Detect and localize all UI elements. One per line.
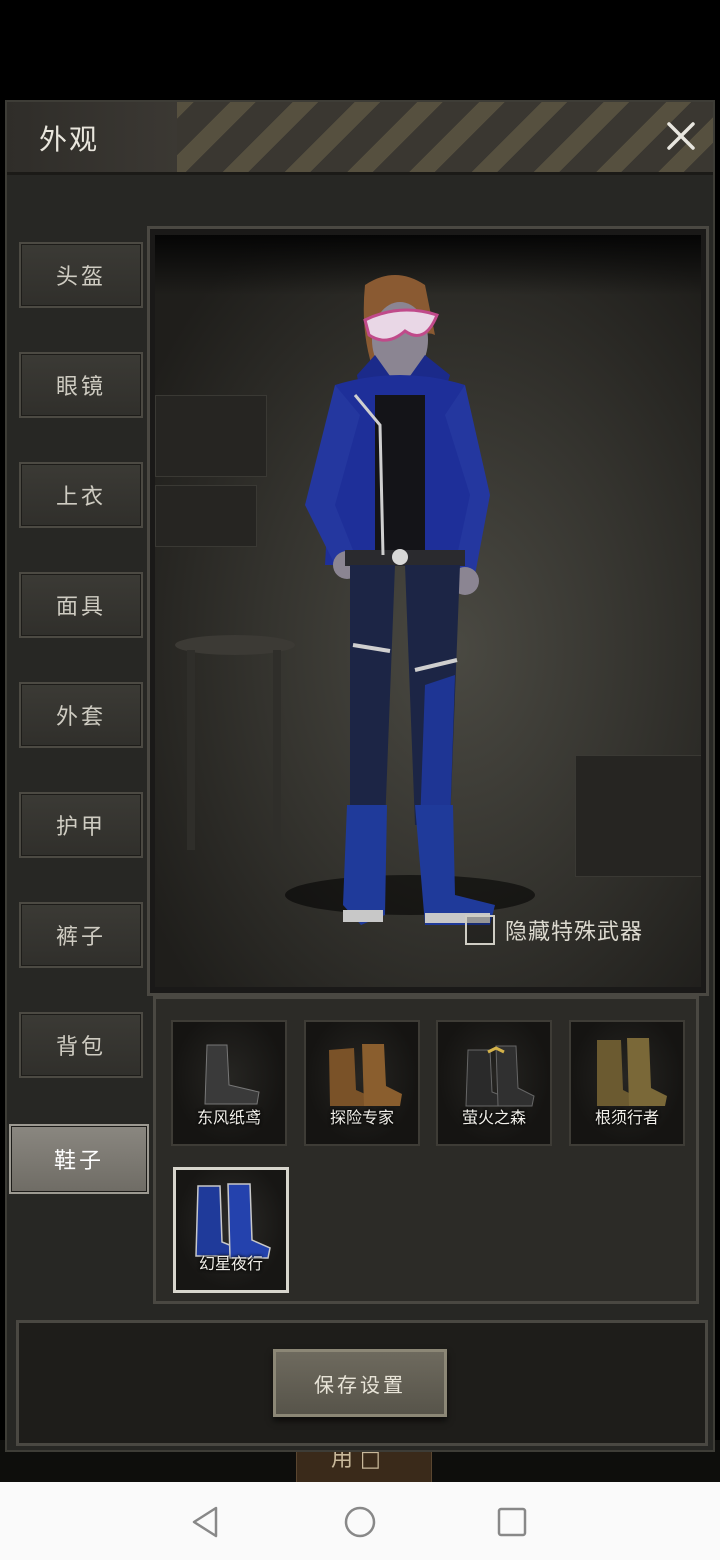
item-name: 根须行者	[594, 1108, 659, 1127]
shoe-item-dongfeng[interactable]: 东风纸鸢	[171, 1020, 287, 1146]
shoe-item-explorer[interactable]: 探险专家	[304, 1020, 420, 1146]
boot-icon	[329, 1044, 402, 1106]
shoe-item-firefly[interactable]: 萤火之森	[436, 1020, 552, 1146]
tab-backpack[interactable]: 背包	[19, 1012, 143, 1078]
close-button[interactable]	[661, 116, 701, 156]
preview-scene	[155, 235, 701, 987]
status-bar-area	[0, 0, 720, 100]
window-header: 外观	[7, 102, 713, 175]
hide-weapon-label: 隐藏特殊武器	[505, 920, 644, 945]
tab-shoes[interactable]: 鞋子	[9, 1124, 149, 1194]
shoe-item-root-walker[interactable]: 根须行者	[569, 1020, 685, 1146]
scene-radio	[155, 485, 257, 547]
tab-pants[interactable]: 裤子	[19, 902, 143, 968]
boot-icon	[465, 1045, 535, 1107]
tab-top[interactable]: 上衣	[19, 462, 143, 528]
tab-mask[interactable]: 面具	[19, 572, 143, 638]
item-name: 探险专家	[329, 1108, 394, 1127]
tab-glasses[interactable]: 眼镜	[19, 352, 143, 418]
recents-icon[interactable]	[492, 1502, 532, 1542]
shoe-item-starry-night[interactable]: 幻星夜行	[173, 1167, 289, 1293]
scene-crate	[575, 755, 701, 877]
item-name: 东风纸鸢	[196, 1108, 261, 1127]
scene-shelf	[155, 395, 267, 477]
back-icon[interactable]	[186, 1502, 226, 1542]
boot-icon	[204, 1044, 260, 1105]
item-name: 萤火之森	[461, 1108, 526, 1127]
hide-special-weapon-toggle[interactable]: 隐藏特殊武器	[465, 910, 643, 950]
footer-bar: 保存设置	[16, 1320, 708, 1446]
character-preview-panel	[147, 226, 709, 996]
tab-coat[interactable]: 外套	[19, 682, 143, 748]
save-settings-button[interactable]: 保存设置	[273, 1349, 447, 1417]
window-title: 外观	[39, 123, 100, 156]
android-navigation-bar	[0, 1482, 720, 1560]
hide-weapon-checkbox[interactable]	[465, 915, 495, 945]
home-icon[interactable]	[340, 1502, 380, 1542]
boot-icon	[597, 1038, 667, 1106]
tab-helmet[interactable]: 头盔	[19, 242, 143, 308]
item-name: 幻星夜行	[198, 1254, 263, 1273]
appearance-window: 外观 头盔 眼镜 上衣 面具 外套 护甲 裤子 背包 鞋子 隐藏特殊武器 东风纸…	[5, 100, 715, 1452]
close-icon	[667, 122, 695, 150]
tab-armor[interactable]: 护甲	[19, 792, 143, 858]
shoes-item-grid: 东风纸鸢 探险专家 萤火之森 根须行者 幻星夜行	[153, 996, 699, 1304]
character-figure	[305, 275, 495, 925]
scene-stool-leg	[187, 650, 195, 850]
